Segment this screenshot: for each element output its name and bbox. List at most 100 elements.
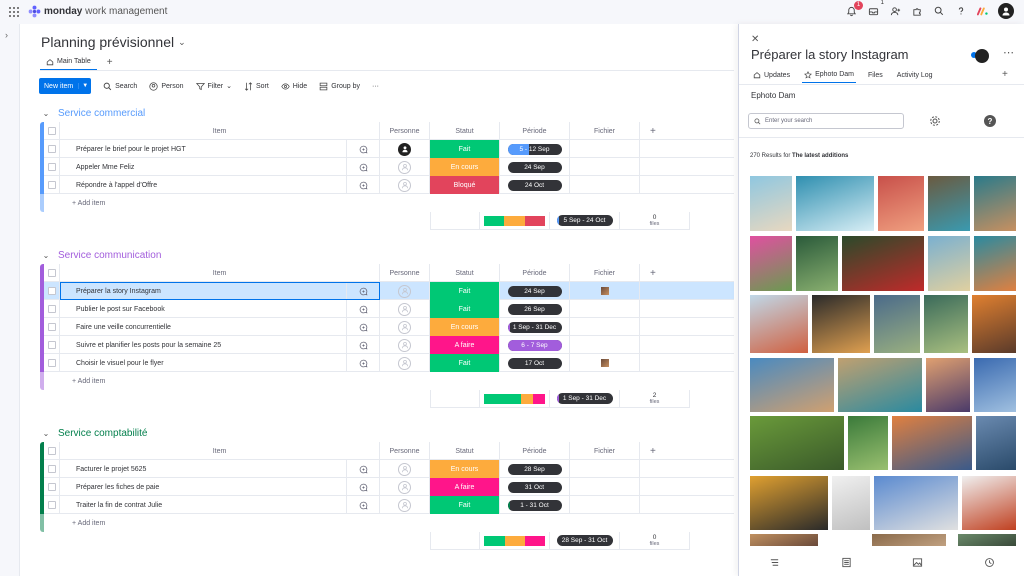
photo-thumbnail[interactable] [926,358,970,412]
photo-thumbnail[interactable] [750,236,792,291]
photo-thumbnail[interactable] [838,358,922,412]
status-summary[interactable] [480,532,550,550]
table-row[interactable]: Suivre et planifier les posts pour la se… [40,336,734,354]
person-avatar-icon[interactable] [398,320,411,334]
photo-thumbnail[interactable] [842,236,924,291]
person-avatar-icon[interactable] [398,480,411,494]
add-update-icon[interactable] [346,140,379,158]
table-row[interactable]: Préparer les fiches de paie A faire 31 Oct [40,478,734,496]
group-name[interactable]: Service communication [58,250,161,261]
history-icon[interactable] [984,557,995,568]
file-thumbnail-icon[interactable] [600,287,609,295]
item-cell[interactable]: Appeler Mme Feliz [60,158,380,176]
person-cell[interactable] [380,318,430,336]
chevron-down-icon[interactable]: ▼ [78,83,91,89]
panel-avatar-icon[interactable] [975,49,989,63]
add-update-icon[interactable] [346,478,379,496]
files-summary[interactable]: 0 files [620,212,690,230]
photo-thumbnail[interactable] [796,236,838,291]
status-label[interactable]: Fait [430,140,499,158]
item-cell[interactable]: Préparer le brief pour le projet HGT [60,140,380,158]
table-row[interactable]: Préparer la story Instagram Fait 24 Sep [40,282,734,300]
add-update-icon[interactable] [346,354,379,372]
photo-thumbnail[interactable] [874,295,920,353]
chevron-down-icon[interactable]: ⌄ [226,82,232,90]
more-options-icon[interactable]: ⋯ [1003,46,1014,59]
person-avatar-icon[interactable] [398,142,411,156]
invite-members-icon[interactable] [888,4,902,18]
photo-thumbnail[interactable] [812,295,870,353]
period-cell[interactable]: 28 Sep [500,460,570,478]
photo-thumbnail[interactable] [750,416,844,470]
search-button[interactable]: Search [103,82,137,91]
person-avatar-icon[interactable] [398,498,411,512]
add-item-button[interactable]: + Add item [72,520,105,527]
status-summary[interactable] [480,390,550,408]
person-avatar-icon[interactable] [398,160,411,174]
column-header-item[interactable]: Item [60,264,380,282]
photo-thumbnail[interactable] [878,176,924,231]
item-name[interactable]: Faire une veille concurrentielle [76,324,171,331]
column-header-status[interactable]: Statut [430,442,500,460]
inbox-icon[interactable]: 1 [866,0,884,18]
file-thumbnail-icon[interactable] [600,359,609,367]
column-header-person[interactable]: Personne [380,442,430,460]
status-cell[interactable]: Fait [430,496,500,514]
column-header-period[interactable]: Période [500,442,570,460]
table-row[interactable]: Préparer le brief pour le projet HGT Fait… [40,140,734,158]
person-avatar-icon[interactable] [398,338,411,352]
period-cell[interactable]: 24 Oct [500,176,570,194]
column-header-file[interactable]: Fichier [570,264,640,282]
item-name[interactable]: Facturer le projet 5625 [76,466,146,473]
add-view-button[interactable]: + [107,57,113,68]
photo-thumbnail[interactable] [750,476,828,530]
timeline-pill[interactable]: 1 Sep - 31 Dec [507,321,562,333]
sort-button[interactable]: Sort [244,81,269,91]
period-cell[interactable]: 31 Oct [500,478,570,496]
column-header-person[interactable]: Personne [380,122,430,140]
search-icon[interactable] [932,4,946,18]
item-name[interactable]: Suivre et planifier les posts pour la se… [76,342,221,349]
photo-thumbnail[interactable] [750,358,834,412]
timeline-pill[interactable]: 31 Oct [507,481,562,493]
table-row[interactable]: Publier le post sur Facebook Fait 26 Sep [40,300,734,318]
chevron-down-icon[interactable]: ⌄ [178,37,186,48]
row-checkbox[interactable] [44,354,60,372]
file-cell[interactable] [570,354,640,372]
row-checkbox[interactable] [44,318,60,336]
expand-sidebar-chevron-icon[interactable]: › [5,30,8,40]
table-row[interactable]: Traiter la fin de contrat Julie Fait 1 - 3… [40,496,734,514]
photo-thumbnail[interactable] [874,476,958,530]
close-icon[interactable]: ✕ [751,34,759,45]
status-label[interactable]: En cours [430,460,499,478]
user-avatar-icon[interactable] [998,3,1014,19]
item-name[interactable]: Publier le post sur Facebook [76,306,165,313]
tab-activity-log[interactable]: Activity Log [895,67,935,83]
add-tab-button[interactable]: + [1002,69,1008,80]
column-header-item[interactable]: Item [60,442,380,460]
column-header-period[interactable]: Période [500,122,570,140]
photo-thumbnail[interactable] [972,295,1016,353]
status-cell[interactable]: A faire [430,478,500,496]
item-cell[interactable]: Préparer les fiches de paie [60,478,380,496]
person-cell[interactable] [380,158,430,176]
files-summary[interactable]: 2 files [620,390,690,408]
item-cell[interactable]: Traiter la fin de contrat Julie [60,496,380,514]
photo-thumbnail[interactable] [750,534,818,546]
item-name[interactable]: Préparer la story Instagram [76,288,161,295]
add-update-icon[interactable] [346,496,379,514]
chevron-down-icon[interactable]: ⌄ [40,109,52,118]
status-cell[interactable]: Fait [430,282,500,300]
add-item-row[interactable]: + Add item [40,194,734,212]
photo-thumbnail[interactable] [974,176,1016,231]
timeline-pill[interactable]: 24 Sep [507,285,562,297]
timeline-summary-pill[interactable]: 28 Sep - 31 Oct [556,535,613,546]
item-cell[interactable]: Répondre à l'appel d'Offre [60,176,380,194]
status-cell[interactable]: En cours [430,460,500,478]
file-cell[interactable] [570,336,640,354]
table-row[interactable]: Choisir le visuel pour le flyer Fait 17 Oc… [40,354,734,372]
photo-thumbnail[interactable] [848,416,888,470]
status-cell[interactable]: Fait [430,140,500,158]
item-name[interactable]: Préparer le brief pour le projet HGT [76,146,186,153]
photo-thumbnail[interactable] [750,176,792,231]
